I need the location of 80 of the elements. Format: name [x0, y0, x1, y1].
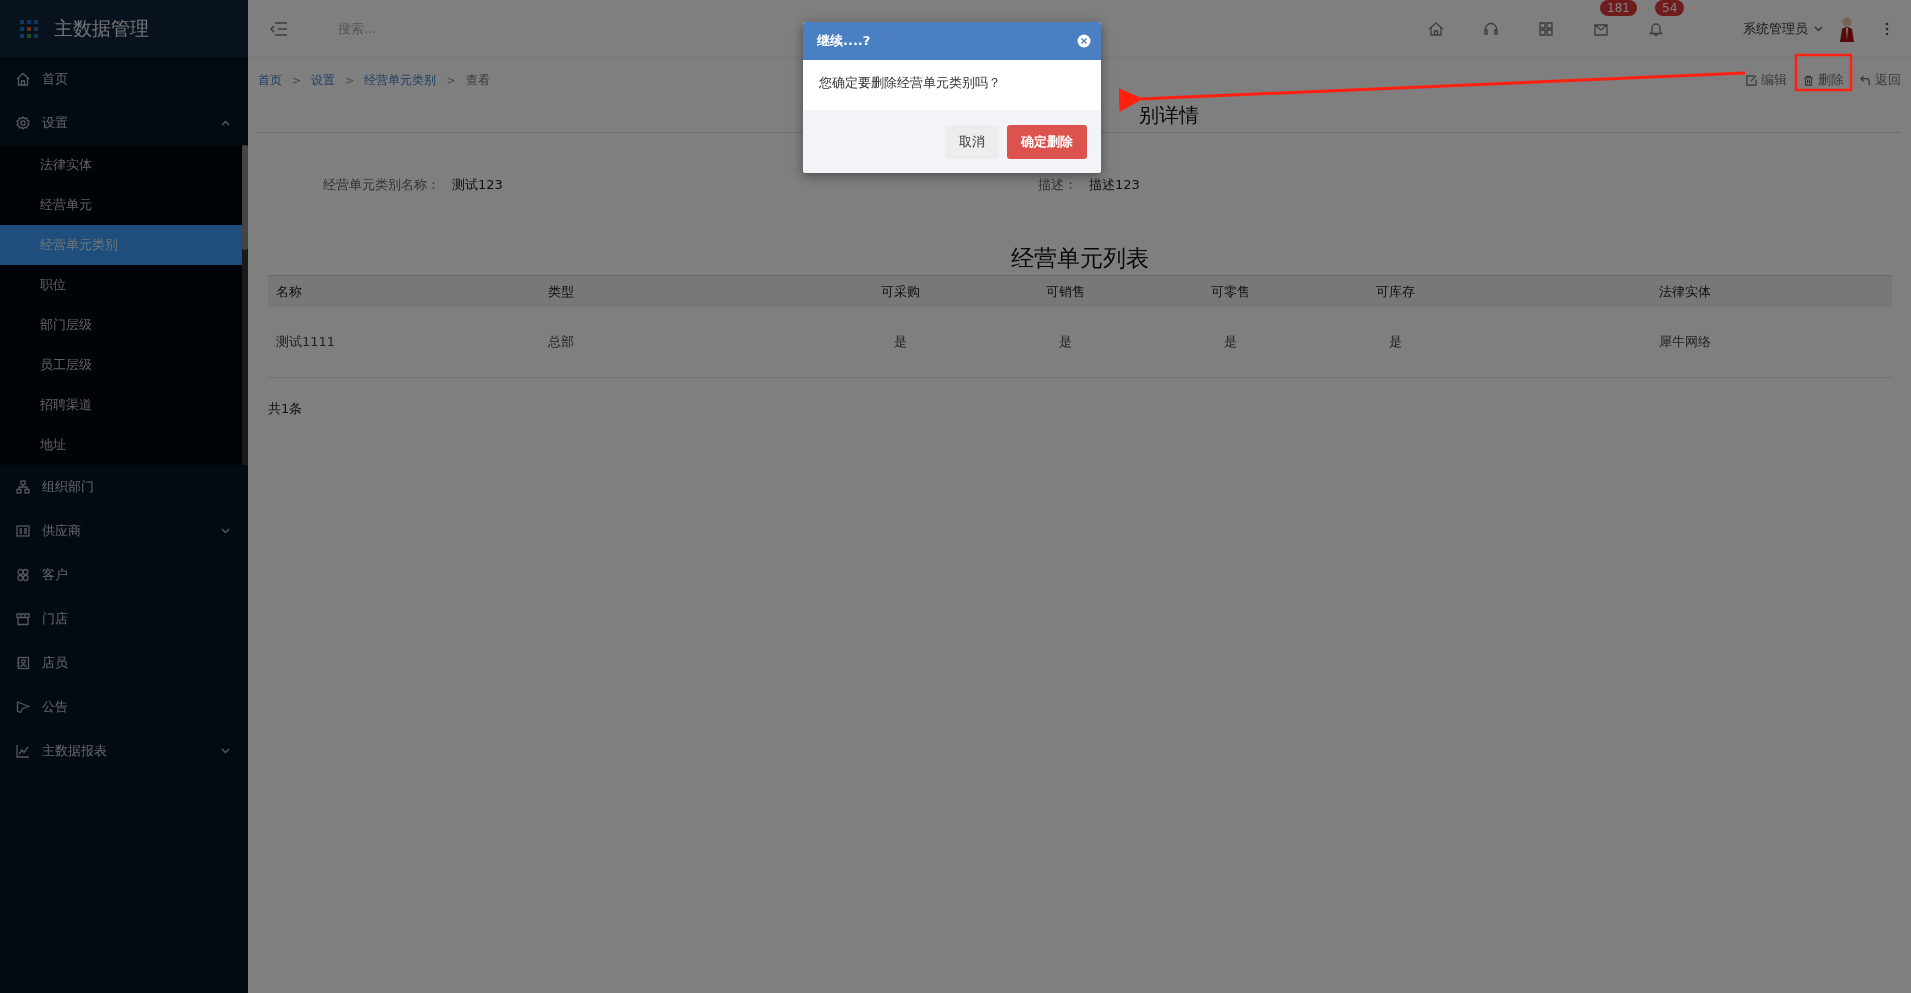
column-header: 可采购 [880, 282, 921, 301]
field-value: 描述123 [1089, 176, 1140, 194]
grid-logo-icon [20, 19, 38, 38]
breadcrumb-separator: > [292, 73, 302, 87]
submenu-item[interactable]: 职位 [0, 265, 242, 305]
table-cell-text: 是 [1058, 333, 1073, 351]
confirm-delete-button[interactable]: 确定删除 [1007, 124, 1087, 159]
home-icon [16, 72, 30, 86]
nav-item[interactable]: 组织部门 [0, 465, 248, 509]
submenu-item[interactable]: 招聘渠道 [0, 385, 242, 425]
bell-icon[interactable] [1647, 20, 1664, 37]
nav-item[interactable]: 供应商 [0, 509, 248, 553]
column-header: 类型 [547, 282, 575, 301]
column-header: 可销售 [1045, 282, 1086, 301]
column-header: 可零售 [1210, 282, 1251, 301]
edit-link[interactable]: 编辑 [1746, 71, 1787, 89]
table-title: 经营单元列表 [1009, 244, 1150, 273]
return-arrow-icon [1860, 74, 1871, 86]
nav-item[interactable]: 首页 [0, 57, 248, 101]
table-cell-text: 是 [1223, 333, 1238, 351]
breadcrumb-link[interactable]: 经营单元类别 [364, 71, 437, 89]
record-count: 共1条 [268, 400, 304, 418]
dialog-message: 您确定要删除经营单元类别吗？ [818, 74, 1002, 92]
column-header: 名称 [275, 282, 303, 301]
org-icon [16, 480, 30, 494]
menu-icon[interactable] [270, 21, 288, 36]
chevron-down-icon [1814, 25, 1823, 32]
submenu-item[interactable]: 经营单元类别 [0, 225, 242, 265]
user-menu[interactable]: 系统管理员 [1743, 19, 1808, 38]
count-badge: 54 [1655, 0, 1685, 16]
dialog-title: 继续....? [817, 32, 871, 50]
avatar-icon[interactable] [1839, 15, 1855, 42]
more-icon[interactable] [1885, 21, 1889, 36]
people-icon [16, 568, 30, 582]
store-icon [16, 612, 30, 626]
field-label: 经营单元类别名称： [323, 176, 440, 194]
field-value: 测试123 [452, 176, 503, 194]
nav-item[interactable]: 公告 [0, 685, 248, 729]
nav-item[interactable]: 客户 [0, 553, 248, 597]
table-cell-text: 是 [1388, 333, 1403, 351]
column-header: 可库存 [1375, 282, 1416, 301]
submenu-item[interactable]: 法律实体 [0, 145, 242, 185]
nav-item[interactable]: 主数据报表 [0, 729, 248, 773]
breadcrumb-separator: > [345, 73, 355, 87]
submenu-item[interactable]: 员工层级 [0, 345, 242, 385]
card-icon [16, 524, 30, 538]
table-cell-text: 总部 [547, 333, 575, 351]
page-title: 别详情 [1138, 101, 1199, 129]
app-title: 主数据管理 [54, 15, 149, 41]
grid-icon[interactable] [1537, 20, 1554, 37]
delete-link[interactable]: 删除 [1803, 71, 1844, 89]
count-badge: 181 [1600, 0, 1637, 16]
close-icon[interactable] [1077, 34, 1091, 48]
edit-icon [1746, 74, 1757, 86]
table-cell-text: 测试1111 [275, 333, 337, 351]
submenu-item[interactable]: 经营单元 [0, 185, 242, 225]
nav-item[interactable]: 设置 [0, 101, 248, 145]
nav-item[interactable]: 店员 [0, 641, 248, 685]
table-cell-text: 是 [893, 333, 908, 351]
breadcrumb-current-page: 查看 [465, 71, 490, 89]
submenu-item[interactable]: 部门层级 [0, 305, 242, 345]
breadcrumb-link[interactable]: 首页 [258, 71, 282, 89]
trash-icon [1803, 74, 1814, 86]
gear-icon [16, 116, 30, 130]
submenu-item[interactable]: 地址 [0, 425, 242, 465]
highlight-frame [1794, 53, 1853, 92]
breadcrumb-link[interactable]: 设置 [311, 71, 336, 89]
megaphone-icon [16, 700, 30, 714]
badge-icon [16, 656, 30, 670]
column-header: 法律实体 [1658, 282, 1712, 301]
headset-icon[interactable] [1482, 20, 1499, 37]
breadcrumb-separator: > [446, 73, 456, 87]
scrollbar[interactable] [242, 145, 248, 465]
home-icon[interactable] [1427, 20, 1444, 37]
cancel-button[interactable]: 取消 [945, 124, 999, 159]
table-cell-text: 犀牛网络 [1658, 333, 1712, 351]
nav-item[interactable]: 门店 [0, 597, 248, 641]
chart-icon [16, 744, 30, 758]
back-link[interactable]: 返回 [1860, 71, 1901, 89]
field-label: 描述： [1038, 176, 1077, 194]
